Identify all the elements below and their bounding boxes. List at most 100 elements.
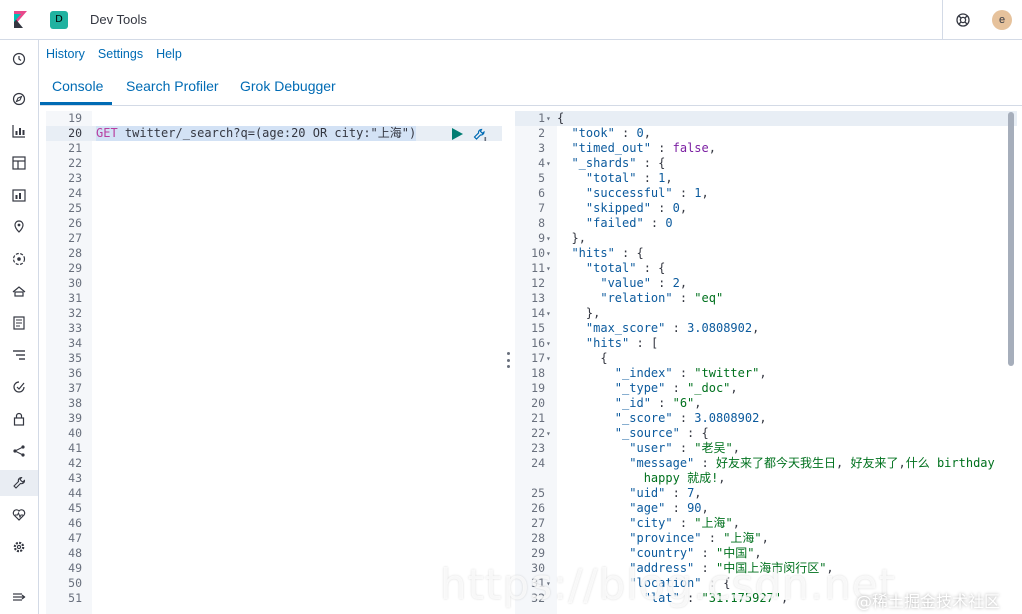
- request-line[interactable]: 31: [46, 291, 502, 306]
- request-line[interactable]: 29: [46, 261, 502, 276]
- request-line[interactable]: 42: [46, 456, 502, 471]
- line-number: 41: [68, 441, 82, 455]
- active-request-line[interactable]: 20 GET twitter/_search?q=(age:20 OR city…: [46, 126, 502, 141]
- request-line[interactable]: 24: [46, 186, 502, 201]
- ml-icon[interactable]: [0, 246, 38, 272]
- fold-toggle-icon[interactable]: ▾: [546, 156, 551, 171]
- line-number: 48: [68, 546, 82, 560]
- request-line[interactable]: 39: [46, 411, 502, 426]
- line-number: 26: [531, 501, 545, 515]
- request-line[interactable]: 35: [46, 351, 502, 366]
- response-code: "failed" : 0: [585, 216, 673, 230]
- line-number: 3: [538, 141, 545, 155]
- line-number: 14: [531, 306, 545, 320]
- pane-resize-handle[interactable]: [505, 352, 511, 368]
- request-line[interactable]: 48: [46, 546, 502, 561]
- fold-toggle-icon[interactable]: ▾: [546, 261, 551, 276]
- send-request-play-icon[interactable]: [451, 128, 463, 140]
- request-line[interactable]: 25: [46, 201, 502, 216]
- monitoring-heartbeat-icon[interactable]: [0, 502, 38, 528]
- request-line[interactable]: 30: [46, 276, 502, 291]
- fold-toggle-icon[interactable]: ▾: [546, 111, 551, 126]
- maps-icon[interactable]: [0, 214, 38, 240]
- graph-icon[interactable]: [0, 438, 38, 464]
- request-line[interactable]: 43: [46, 471, 502, 486]
- line-number: 24: [68, 186, 82, 200]
- request-line[interactable]: 22: [46, 156, 502, 171]
- request-line[interactable]: 44: [46, 486, 502, 501]
- request-line[interactable]: 51: [46, 591, 502, 606]
- request-line[interactable]: 34: [46, 336, 502, 351]
- line-number: 5: [538, 171, 545, 185]
- request-line[interactable]: 27: [46, 231, 502, 246]
- line-number: 10: [531, 246, 545, 260]
- settings-link[interactable]: Settings: [98, 47, 143, 61]
- request-line[interactable]: 23: [46, 171, 502, 186]
- discover-icon[interactable]: [0, 86, 38, 112]
- response-line: 12 "value" : 2,: [515, 276, 1017, 291]
- response-code: "value" : 2,: [600, 276, 688, 290]
- tab-console[interactable]: Console: [52, 78, 103, 94]
- apm-icon[interactable]: [0, 342, 38, 368]
- logs-icon[interactable]: [0, 310, 38, 336]
- request-line[interactable]: 41: [46, 441, 502, 456]
- request-line[interactable]: 19: [46, 111, 502, 126]
- canvas-icon[interactable]: [0, 182, 38, 208]
- request-line[interactable]: 37: [46, 381, 502, 396]
- top-header: D Dev Tools e: [0, 0, 1022, 40]
- request-line[interactable]: 46: [46, 516, 502, 531]
- line-number: 38: [68, 396, 82, 410]
- history-link[interactable]: History: [46, 47, 85, 61]
- line-number: 40: [68, 426, 82, 440]
- response-line: 10 ▾ "hits" : {: [515, 246, 1017, 261]
- request-line[interactable]: 26: [46, 216, 502, 231]
- fold-toggle-icon[interactable]: ▾: [546, 246, 551, 261]
- recently-viewed-icon[interactable]: [0, 46, 38, 72]
- request-line[interactable]: 47: [46, 531, 502, 546]
- tab-grok-debugger[interactable]: Grok Debugger: [240, 78, 336, 94]
- request-editor[interactable]: 19 21 22 23 24 25 26 27 28 29 30 31 32 33 34 35 36 37 38 39…: [46, 111, 502, 614]
- collapse-nav-icon[interactable]: [0, 584, 38, 610]
- help-menu-button[interactable]: [942, 0, 982, 40]
- request-line[interactable]: 28: [46, 246, 502, 261]
- line-number: 27: [531, 516, 545, 530]
- request-line[interactable]: 45: [46, 501, 502, 516]
- request-text[interactable]: GET twitter/_search?q=(age:20 OR city:"上…: [96, 126, 417, 141]
- request-line[interactable]: 32: [46, 306, 502, 321]
- request-line[interactable]: 33: [46, 321, 502, 336]
- tab-search-profiler[interactable]: Search Profiler: [126, 78, 219, 94]
- response-line: 9 ▾ },: [515, 231, 1017, 246]
- response-scrollbar[interactable]: [1008, 112, 1014, 366]
- fold-toggle-icon[interactable]: ▾: [546, 306, 551, 321]
- request-line[interactable]: 38: [46, 396, 502, 411]
- user-avatar[interactable]: e: [992, 10, 1012, 30]
- fold-toggle-icon[interactable]: ▾: [546, 426, 551, 441]
- dev-tools-wrench-icon[interactable]: [0, 470, 38, 496]
- response-line: 6 "successful" : 1,: [515, 186, 1017, 201]
- fold-toggle-icon[interactable]: ▾: [546, 351, 551, 366]
- response-code: happy 就成!,: [643, 471, 726, 485]
- management-gear-icon[interactable]: [0, 534, 38, 560]
- line-number: 13: [531, 291, 545, 305]
- request-line[interactable]: 21: [46, 141, 502, 156]
- visualize-icon[interactable]: [0, 118, 38, 144]
- response-code: "successful" : 1,: [585, 186, 709, 200]
- siem-lock-icon[interactable]: [0, 406, 38, 432]
- fold-toggle-icon[interactable]: ▾: [546, 231, 551, 246]
- request-line[interactable]: 40: [46, 426, 502, 441]
- response-code: "_shards" : {: [571, 156, 666, 170]
- fold-toggle-icon[interactable]: ▾: [546, 336, 551, 351]
- uptime-icon[interactable]: [0, 374, 38, 400]
- space-avatar[interactable]: D: [50, 10, 68, 29]
- dashboard-icon[interactable]: [0, 150, 38, 176]
- request-options-wrench-icon[interactable]: [473, 128, 487, 142]
- response-code: "province" : "上海",: [629, 531, 769, 545]
- infrastructure-icon[interactable]: [0, 278, 38, 304]
- response-code: "uid" : 7,: [629, 486, 702, 500]
- help-link[interactable]: Help: [156, 47, 182, 61]
- line-number: 25: [68, 201, 82, 215]
- request-line[interactable]: 49: [46, 561, 502, 576]
- kibana-logo-icon[interactable]: [0, 0, 40, 40]
- request-line[interactable]: 50: [46, 576, 502, 591]
- request-line[interactable]: 36: [46, 366, 502, 381]
